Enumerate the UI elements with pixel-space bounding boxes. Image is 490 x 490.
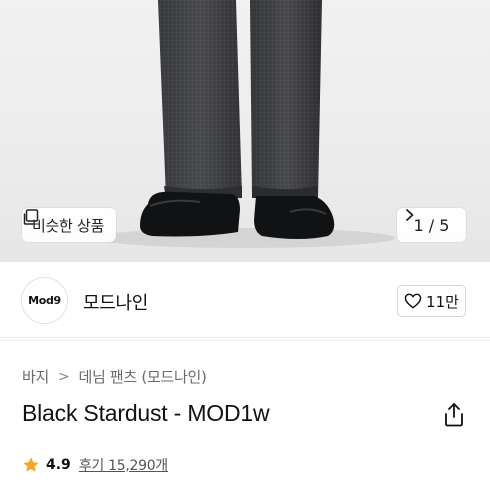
rating-row: 4.9 후기 15,290개 [22,455,168,475]
share-icon[interactable] [442,402,466,428]
similar-items-button[interactable]: 비슷한 상품 [22,208,116,242]
like-count: 11만 [426,292,459,311]
like-button[interactable]: 11만 [397,285,466,317]
product-title: Black Stardust - MOD1w [22,400,270,426]
star-icon [23,457,39,472]
heart-outline-icon [404,293,422,309]
chevron-right-icon [406,209,414,221]
image-counter-button[interactable]: 1 / 5 [397,208,466,242]
review-count-link[interactable]: 후기 15,290개 [79,455,168,475]
brand-logo[interactable]: Mod9 [21,277,68,324]
rating-score: 4.9 [46,457,71,473]
section-divider [0,340,490,341]
product-image-carousel[interactable]: 비슷한 상품 1 / 5 [0,0,490,262]
image-counter: 1 / 5 [413,215,450,235]
breadcrumb: 바지 > 데님 팬츠 (모드나인) [22,366,207,387]
similar-items-icon [23,209,39,225]
breadcrumb-separator: > [58,368,70,385]
brand-name[interactable]: 모드나인 [83,289,148,315]
similar-items-label: 비슷한 상품 [32,216,104,235]
breadcrumb-item-pants[interactable]: 바지 [22,366,49,387]
breadcrumb-item-denim-pants[interactable]: 데님 팬츠 (모드나인) [78,366,206,387]
brand-logo-text: Mod9 [28,294,61,307]
